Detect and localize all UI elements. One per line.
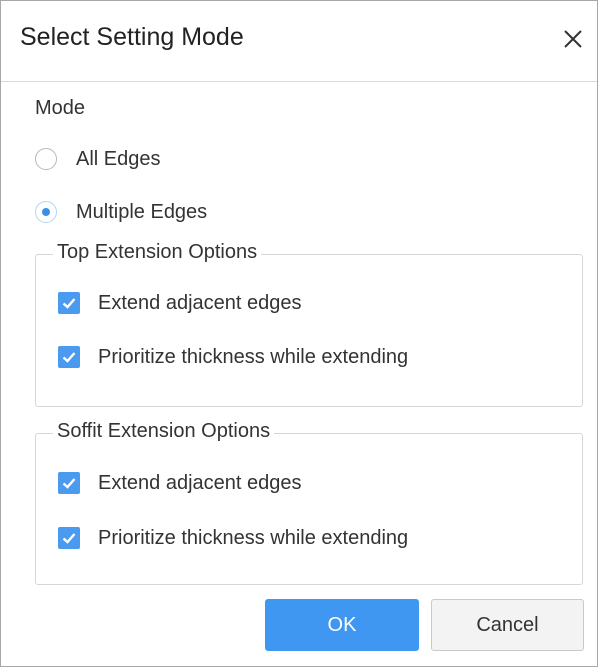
checkbox-soffit-prioritize-thickness[interactable]	[58, 527, 80, 549]
ok-button[interactable]: OK	[265, 599, 419, 651]
check-icon	[62, 352, 76, 363]
top-prioritize-thickness[interactable]: Prioritize thickness while extending	[58, 342, 408, 372]
check-icon	[62, 533, 76, 544]
radio-button-all-edges[interactable]	[35, 148, 57, 170]
select-setting-mode-dialog: Select Setting Mode Mode All Edges Multi…	[0, 0, 598, 667]
close-icon	[564, 30, 582, 48]
soffit-extension-legend: Soffit Extension Options	[53, 420, 275, 443]
radio-label-all-edges: All Edges	[76, 147, 161, 170]
radio-button-multiple-edges[interactable]	[35, 201, 57, 223]
radio-label-multiple-edges: Multiple Edges	[76, 200, 208, 223]
mode-label: Mode	[35, 97, 86, 119]
top-extension-options-group: Top Extension Options Extend adjacent ed…	[35, 241, 583, 407]
soffit-extend-adjacent-edges[interactable]: Extend adjacent edges	[58, 468, 302, 498]
check-icon	[62, 298, 76, 309]
soffit-extension-options-group: Soffit Extension Options Extend adjacent…	[35, 420, 583, 585]
cancel-button[interactable]: Cancel	[431, 599, 584, 651]
label-soffit-prioritize-thickness: Prioritize thickness while extending	[98, 526, 409, 549]
label-top-extend-adjacent: Extend adjacent edges	[98, 291, 302, 314]
checkbox-top-prioritize-thickness[interactable]	[58, 346, 80, 368]
radio-all-edges[interactable]: All Edges	[35, 143, 161, 175]
radio-multiple-edges[interactable]: Multiple Edges	[35, 196, 207, 228]
check-icon	[62, 478, 76, 489]
label-top-prioritize-thickness: Prioritize thickness while extending	[98, 345, 409, 368]
soffit-prioritize-thickness[interactable]: Prioritize thickness while extending	[58, 523, 408, 553]
close-button[interactable]	[555, 21, 591, 57]
dialog-title: Select Setting Mode	[20, 23, 244, 51]
top-extension-legend: Top Extension Options	[53, 241, 262, 264]
checkbox-soffit-extend-adjacent[interactable]	[58, 472, 80, 494]
checkbox-top-extend-adjacent[interactable]	[58, 292, 80, 314]
label-soffit-extend-adjacent: Extend adjacent edges	[98, 471, 302, 494]
top-extend-adjacent-edges[interactable]: Extend adjacent edges	[58, 288, 302, 318]
title-bar: Select Setting Mode	[1, 1, 597, 82]
